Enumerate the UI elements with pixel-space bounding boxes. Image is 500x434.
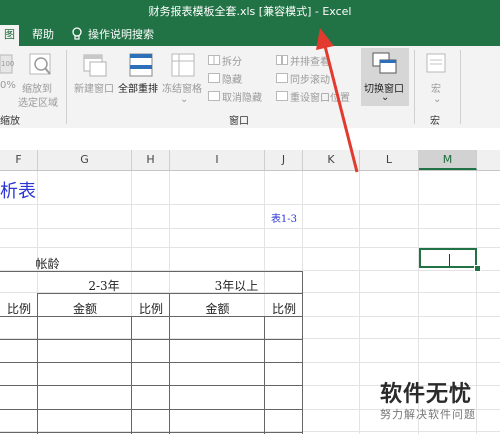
watermark-tagline: 努力解决软件问题	[380, 408, 476, 421]
watermark-brand: 软件无忧	[380, 382, 473, 407]
annotation-arrow	[316, 28, 359, 173]
